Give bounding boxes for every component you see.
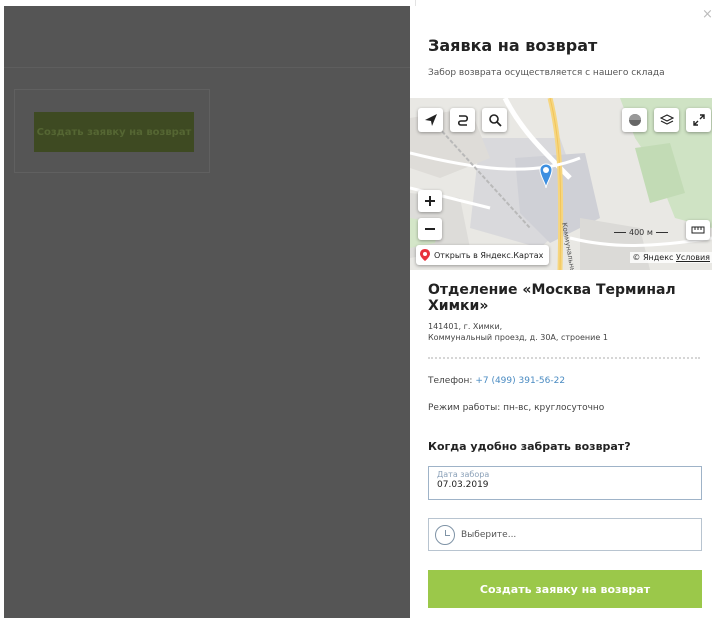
phone-row: Телефон: +7 (499) 391-56-22 [428,376,566,386]
route-button[interactable] [450,108,475,132]
map-marker-icon [420,249,430,261]
pickup-date-label: Дата забора [437,470,490,479]
background-header [4,6,410,68]
working-hours: Режим работы: пн-вс, круглосуточно [428,403,605,413]
return-request-panel: × Заявка на возврат Забор возврата осуще… [410,0,712,618]
department-address: 141401, г. Химки, Коммунальный проезд, д… [428,322,608,342]
minus-icon [425,228,435,230]
ruler-button[interactable] [686,220,710,240]
fullscreen-button[interactable] [686,108,711,132]
location-arrow-icon [424,114,437,126]
search-icon [488,114,502,127]
open-in-yandex-maps-link[interactable]: Открыть в Яндекс.Картах [416,245,550,265]
layers-icon [659,114,674,125]
layers-button[interactable] [654,108,679,132]
dotted-divider [428,357,700,359]
ruler-icon [691,226,705,234]
modal-overlay[interactable]: Создать заявку на возврат [4,6,410,618]
geolocation-button[interactable] [418,108,443,132]
expand-icon [692,114,705,126]
traffic-icon [628,114,641,126]
pickup-date-field[interactable]: Дата забора 07.03.2019 [428,466,702,500]
zoom-out-button[interactable] [418,218,442,240]
terms-link[interactable]: Условия [676,253,710,262]
close-icon[interactable]: × [702,8,712,21]
route-icon [457,115,468,126]
clock-icon [435,524,455,545]
pickup-date-value: 07.03.2019 [437,480,489,490]
map-search-button[interactable] [482,108,507,132]
panel-title: Заявка на возврат [428,36,598,55]
create-return-request-button[interactable]: Создать заявку на возврат [428,570,702,608]
department-name: Отделение «Москва Терминал Химки» [428,282,676,314]
pickup-question: Когда удобно забрать возврат? [428,440,631,453]
traffic-button[interactable] [622,108,647,132]
pickup-time-placeholder: Выберите... [461,529,517,540]
map-scale: 400 м [614,228,668,237]
map-copyright: © Яндекс Условия [630,252,712,263]
plus-icon [425,196,435,206]
background-card: Создать заявку на возврат [14,89,210,173]
pickup-time-select[interactable]: Выберите... [428,518,702,551]
background-create-return-button: Создать заявку на возврат [34,112,194,152]
phone-link[interactable]: +7 (499) 391-56-22 [475,376,565,386]
zoom-in-button[interactable] [418,190,442,212]
panel-subtitle: Забор возврата осуществляется с нашего с… [428,68,665,78]
top-separator [415,0,416,6]
